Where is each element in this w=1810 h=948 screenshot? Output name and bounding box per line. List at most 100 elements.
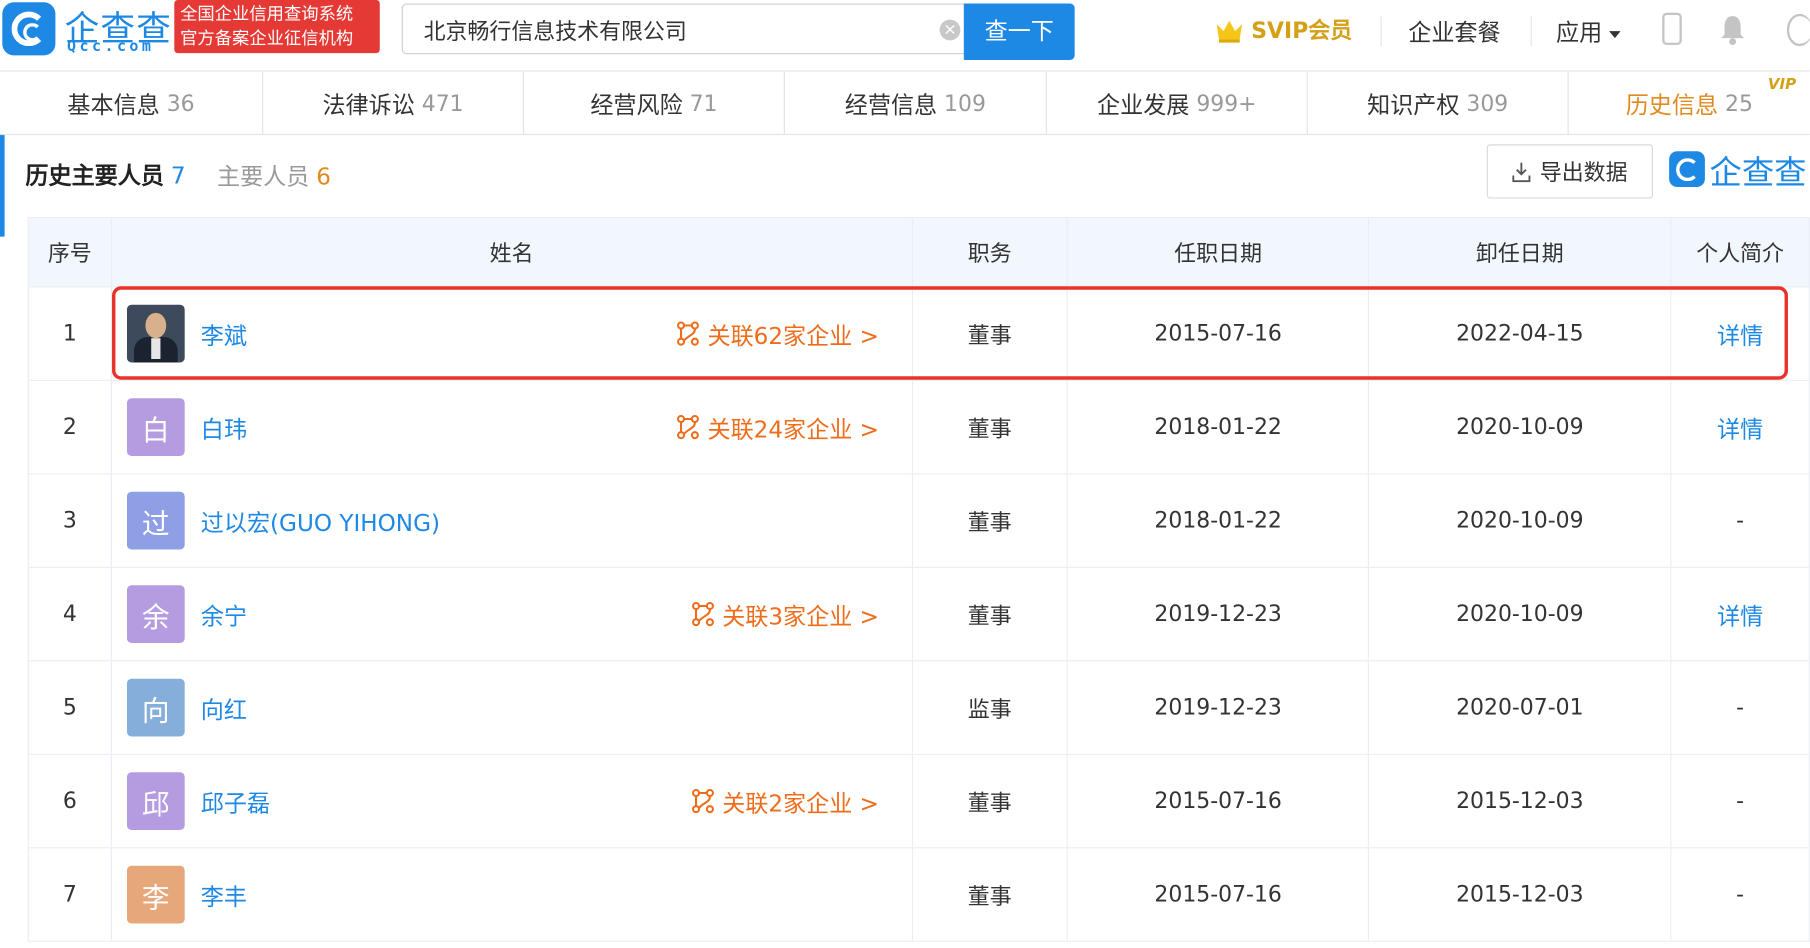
logo-icon[interactable] [2,2,56,56]
avatar[interactable]: 邱 [126,772,185,830]
svip-link[interactable]: SVIP会员 [1214,14,1352,45]
history-personnel-table: 序号 姓名 职务 任职日期 卸任日期 个人简介 1 李斌 关联62家企业 > 董事 20… [27,217,1810,942]
related-companies-label: 关联3家企业 > [722,601,879,630]
avatar[interactable]: 过 [126,491,185,550]
header-no: 序号 [29,218,112,287]
relation-graph-icon [691,601,714,627]
top-navbar: 企查查 Qcc.com 全国企业信用查询系统 官方备案企业征信机构 北京畅行信息… [0,0,1810,72]
profile-detail-link[interactable]: 详情 [1717,410,1763,443]
related-companies-label: 关联62家企业 > [707,321,879,350]
tab-legal[interactable]: 法律诉讼 471 [263,71,525,136]
position-cell: 董事 [912,754,1069,848]
end-date-cell: 2015-12-03 [1369,754,1672,848]
tab-count: 109 [944,90,986,117]
start-date-cell: 2015-07-16 [1068,287,1370,380]
page-root: 企查查 Qcc.com 全国企业信用查询系统 官方备案企业征信机构 北京畅行信息… [0,0,1810,948]
tab-ip[interactable]: 知识产权 309 [1308,71,1569,136]
badge-line-2: 官方备案企业征信机构 [180,27,354,49]
avatar-char: 向 [141,694,170,727]
profile-cell: - [1671,661,1810,754]
tab-label: 基本信息 [67,91,160,119]
relation-graph-icon [691,788,714,814]
phone-icon[interactable] [1662,12,1682,46]
tab-operating-info[interactable]: 经营信息 109 [785,71,1047,136]
profile-detail-link[interactable]: 详情 [1717,597,1763,630]
person-name-link[interactable]: 邱子磊 [201,784,270,817]
tab-basic-info[interactable]: 基本信息 36 [0,71,264,136]
table-row: 3 过过以宏(GUO YIHONG) 董事 2018-01-22 2020-10-09- [28,474,1810,568]
person-name-link[interactable]: 李丰 [201,878,247,911]
section-subtab[interactable]: 主要人员 6 [217,158,331,191]
tab-count: 999+ [1196,90,1257,117]
header-start-date: 任职日期 [1068,218,1370,287]
tab-count: 309 [1466,90,1509,117]
related-companies-link[interactable]: 关联2家企业 > [690,755,879,847]
table-row: 6 邱邱子磊 关联2家企业 > 董事 2015-07-16 2015-12-03 - [28,754,1810,849]
person-name-link[interactable]: 余宁 [201,597,247,630]
badge-line-1: 全国企业信用查询系统 [180,3,354,25]
position-cell: 董事 [912,380,1069,474]
related-companies-link[interactable]: 关联24家企业 > [675,381,879,473]
tab-development[interactable]: 企业发展 999+ [1047,71,1308,136]
name-cell: 李李丰 [112,848,913,941]
profile-cell: - [1671,848,1810,941]
headset-icon[interactable] [1786,13,1810,47]
avatar[interactable]: 白 [126,398,185,456]
name-cell: 向向红 [112,661,913,754]
export-data-button[interactable]: 导出数据 [1486,144,1653,199]
name-cell: 余余宁 关联3家企业 > [112,567,913,661]
table-row: 2 白白玮 关联24家企业 > 董事 2018-01-22 2020-10-09 详情 [28,380,1810,475]
start-date-cell: 2015-07-16 [1068,754,1370,848]
profile-cell: 详情 [1671,380,1810,474]
crown-icon [1216,20,1243,43]
search-input-value: 北京畅行信息技术有限公司 [423,19,687,46]
avatar[interactable] [126,304,185,363]
avatar[interactable]: 向 [126,678,185,737]
avatar[interactable]: 李 [126,865,185,924]
logo-domain: Qcc.com [66,38,155,56]
start-date-cell: 2015-07-16 [1068,848,1370,941]
profile-detail-link[interactable]: 详情 [1717,317,1763,350]
avatar-char: 余 [141,600,170,634]
section-title-count: 7 [170,161,186,190]
tab-history[interactable]: 历史信息 25 VIP [1569,72,1810,135]
vip-tag: VIP [1767,76,1797,94]
name-cell: 过过以宏(GUO YIHONG) [112,474,913,567]
tab-count: 71 [689,90,718,117]
start-date-cell: 2019-12-23 [1068,661,1370,754]
chevron-down-icon [1609,30,1621,38]
row-number: 5 [29,661,112,754]
tab-operating-risk[interactable]: 经营风险 71 [524,71,785,136]
table-row: 4 余余宁 关联3家企业 > 董事 2019-12-23 2020-10-09 详情 [28,567,1810,662]
start-date-cell: 2018-01-22 [1068,474,1370,567]
table-header-row: 序号 姓名 职务 任职日期 卸任日期 个人简介 [28,218,1810,288]
apps-menu[interactable]: 应用 [1556,14,1621,47]
tab-label: 经营风险 [590,91,683,119]
search-button[interactable]: 查一下 [963,3,1075,61]
relation-graph-icon [676,321,699,346]
divider [1530,16,1532,47]
enterprise-package-link[interactable]: 企业套餐 [1408,14,1500,47]
end-date-cell: 2020-10-09 [1369,474,1672,567]
related-companies-label: 关联2家企业 > [722,788,879,817]
person-name-link[interactable]: 向红 [201,691,247,724]
table-row: 5 向向红 监事 2019-12-23 2020-07-01- [28,661,1810,755]
person-name-link[interactable]: 过以宏(GUO YIHONG) [201,504,440,537]
export-label: 导出数据 [1539,160,1628,186]
end-date-cell: 2020-07-01 [1369,661,1672,754]
watermark-logo-icon [1669,151,1705,187]
search-input[interactable]: 北京畅行信息技术有限公司 × [401,3,965,55]
person-name-link[interactable]: 白玮 [201,410,247,443]
tab-count: 25 [1724,90,1753,117]
position-cell: 董事 [912,848,1069,941]
clear-icon[interactable]: × [939,19,961,41]
avatar[interactable]: 余 [126,585,185,643]
section-title[interactable]: 历史主要人员 7 [25,157,185,190]
svip-label: SVIP会员 [1251,18,1353,44]
related-companies-link[interactable]: 关联3家企业 > [690,568,879,660]
table-body: 1 李斌 关联62家企业 > 董事 2015-07-16 2022-04-15 详情 2 白白玮… [28,287,1810,942]
tab-count: 471 [421,90,464,117]
bell-icon[interactable] [1719,14,1747,46]
related-companies-link[interactable]: 关联62家企业 > [675,287,879,379]
person-name-link[interactable]: 李斌 [201,317,247,350]
